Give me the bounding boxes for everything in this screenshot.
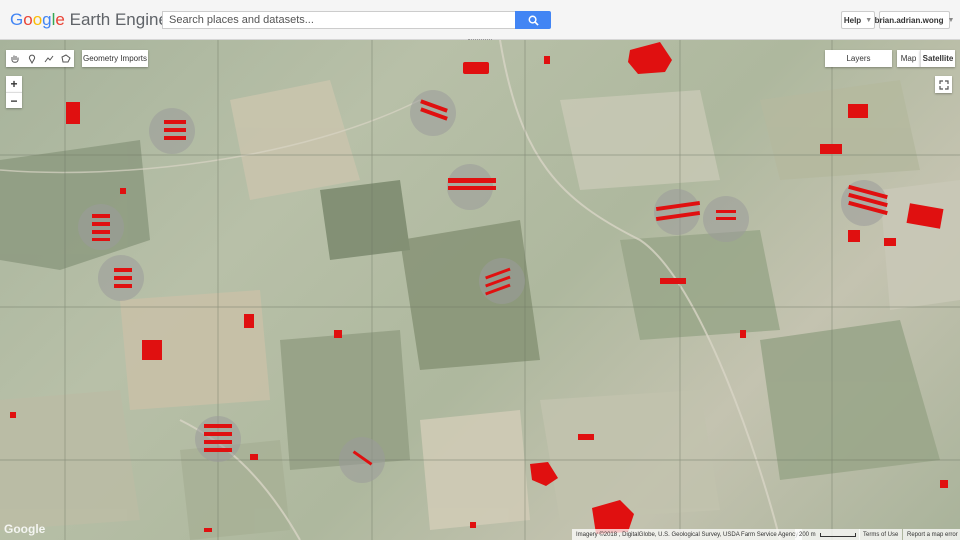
map-scale: 200 m xyxy=(795,529,860,540)
layers-button[interactable]: Layers xyxy=(825,50,892,67)
logo-google: Google xyxy=(10,10,65,29)
map-view[interactable]: Geometry Imports + − Layers Map Satellit… xyxy=(0,40,960,540)
map-attribution: Imagery ©2018 , DigitalGlobe, U.S. Geolo… xyxy=(572,529,803,540)
satellite-imagery xyxy=(0,40,960,540)
map-type-satellite-button[interactable]: Satellite xyxy=(920,50,955,67)
logo-product-name: Earth Engine xyxy=(64,10,168,29)
polygon-icon[interactable] xyxy=(58,51,73,66)
report-error-link[interactable]: Report a map error xyxy=(903,529,960,540)
chevron-down-icon: ▼ xyxy=(865,16,873,24)
search-icon xyxy=(528,15,539,26)
pin-icon[interactable] xyxy=(24,51,39,66)
account-button[interactable]: brian.adrian.wong ▼ xyxy=(875,11,954,29)
search-input[interactable]: Search places and datasets... xyxy=(162,11,516,29)
google-watermark: Google xyxy=(4,522,46,536)
help-button[interactable]: Help ▼ xyxy=(841,11,875,29)
map-type-map-button[interactable]: Map xyxy=(897,50,920,67)
hand-icon[interactable] xyxy=(7,51,22,66)
fullscreen-icon xyxy=(938,79,949,90)
line-icon[interactable] xyxy=(41,51,56,66)
terms-link[interactable]: Terms of Use xyxy=(859,529,903,540)
geometry-imports-button[interactable]: Geometry Imports xyxy=(82,50,148,67)
drawing-tools xyxy=(6,50,74,67)
scale-bar xyxy=(819,532,856,537)
fullscreen-button[interactable] xyxy=(935,76,952,93)
zoom-in-button[interactable]: + xyxy=(6,76,22,92)
search-button[interactable] xyxy=(515,11,551,29)
chevron-down-icon: ▼ xyxy=(947,16,955,24)
zoom-out-button[interactable]: − xyxy=(6,92,22,108)
top-bar: Google Earth Engine Search places and da… xyxy=(0,0,960,40)
logo[interactable]: Google Earth Engine xyxy=(10,10,168,30)
